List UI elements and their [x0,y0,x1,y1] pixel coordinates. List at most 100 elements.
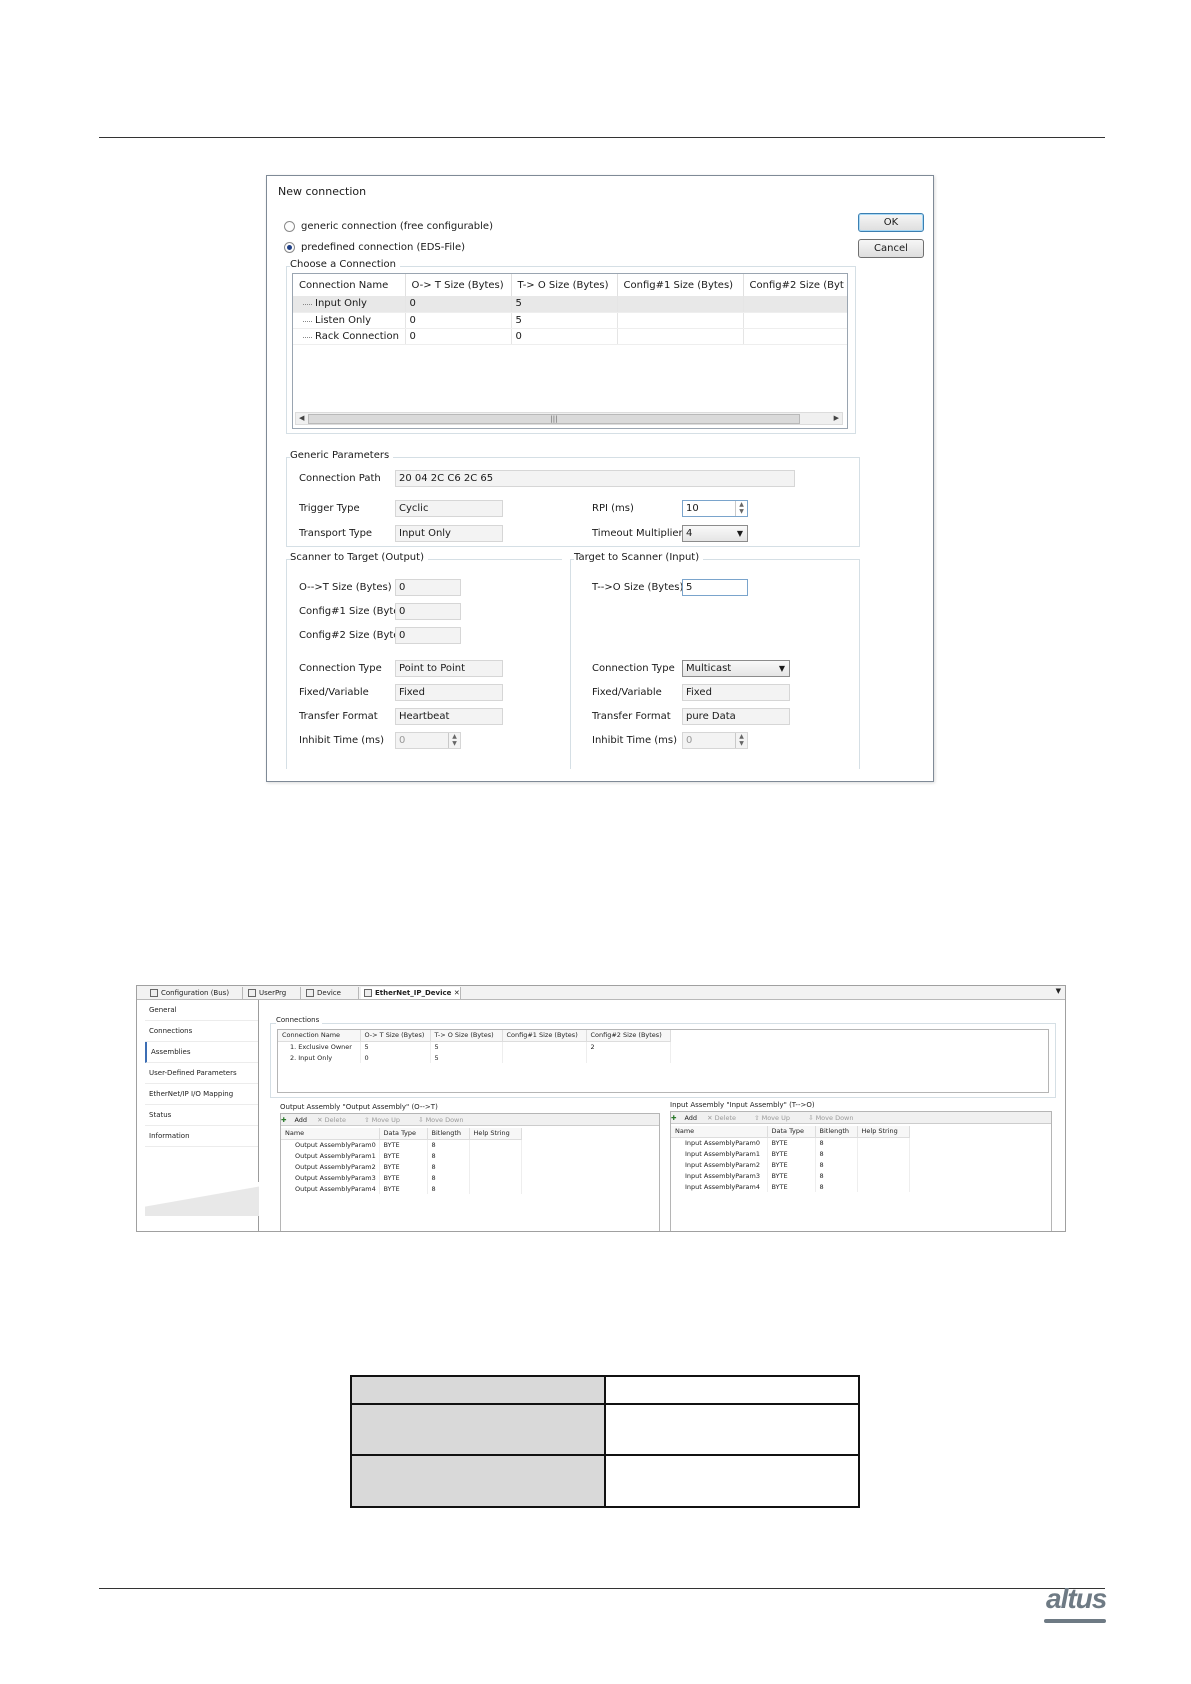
col-data-type[interactable]: Data Type [767,1126,816,1138]
ethernet-ip-device-editor: Configuration (Bus) UserPrg Device Ether… [136,985,1066,1232]
table-row[interactable]: Rack Connection 0 0 [293,328,847,345]
config1-field: 0 [395,603,461,620]
table-row[interactable]: Output AssemblyParam4 BYTE 8 [281,1183,522,1194]
connections-table[interactable]: Connection Name O-> T Size (Bytes) T-> O… [277,1029,1049,1093]
col-config2[interactable]: Config#2 Size (Bytes) [586,1030,671,1042]
sidebar-item-connections[interactable]: Connections [145,1021,258,1042]
table-row[interactable]: Listen Only 0 5 [293,312,847,329]
table-cell [350,1403,606,1456]
input-transfer-format-label: Transfer Format [592,711,671,722]
horizontal-scrollbar[interactable]: ◀ ||| ▶ [295,412,843,425]
table-row[interactable]: Input AssemblyParam3 BYTE 8 [671,1170,910,1181]
output-transfer-format-field: Heartbeat [395,708,503,725]
to-size-input[interactable]: 5 [682,579,748,596]
table-row[interactable]: Input AssemblyParam4 BYTE 8 [671,1181,910,1192]
table-row[interactable]: Input AssemblyParam1 BYTE 8 [671,1148,910,1159]
table-row [350,1375,860,1405]
rpi-label: RPI (ms) [592,503,634,514]
table-row [350,1403,860,1456]
scroll-right-icon[interactable]: ▶ [834,413,839,424]
table-row[interactable]: Output AssemblyParam1 BYTE 8 [281,1150,522,1161]
sidebar-item-io-mapping[interactable]: EtherNet/IP I/O Mapping [145,1084,258,1105]
col-data-type[interactable]: Data Type [379,1128,428,1140]
delete-button[interactable]: ✕ Delete [317,1116,354,1124]
col-bitlength[interactable]: Bitlength [815,1126,858,1138]
predefined-connection-radio[interactable]: predefined connection (EDS-File) [284,242,465,253]
generic-connection-radio[interactable]: generic connection (free configurable) [284,221,493,232]
choose-connection-label: Choose a Connection [290,259,400,270]
table-cell [350,1454,606,1508]
trigger-type-field: Cyclic [395,500,503,517]
col-bitlength[interactable]: Bitlength [427,1128,470,1140]
input-fixed-variable-field: Fixed [682,684,790,701]
col-name[interactable]: Name [671,1126,768,1138]
spin-arrows-icon: ▲ ▼ [735,733,747,748]
scroll-left-icon[interactable]: ◀ [299,413,304,424]
trigger-type-label: Trigger Type [299,503,360,514]
editor-tabs: Configuration (Bus) UserPrg Device Ether… [137,986,1065,1000]
tab-device[interactable]: Device [303,987,359,999]
add-icon: ✚ [671,1114,677,1122]
cancel-button[interactable]: Cancel [858,239,924,258]
tab-ethernet-ip-device[interactable]: EtherNet_IP_Device ✕ [361,987,461,999]
col-config2[interactable]: Config#2 Size (Byt [743,274,847,296]
scroll-thumb[interactable]: ||| [308,414,800,424]
output-connection-type-label: Connection Type [299,663,382,674]
move-down-button[interactable]: ⇩ Move Down [418,1116,471,1124]
input-connection-type-label: Connection Type [592,663,675,674]
col-ot-size[interactable]: O-> T Size (Bytes) [360,1030,431,1042]
input-assembly-table[interactable]: ✚ Add ✕ Delete ⇧ Move Up ⇩ Move Down Name… [670,1111,1052,1231]
transport-type-label: Transport Type [299,528,373,539]
add-icon: ✚ [281,1116,287,1124]
col-connection-name[interactable]: Connection Name [293,274,406,296]
tab-configuration-bus[interactable]: Configuration (Bus) [147,987,243,999]
move-up-button[interactable]: ⇧ Move Up [754,1114,798,1122]
transport-type-field: Input Only [395,525,503,542]
spin-arrows-icon: ▲ ▼ [448,733,460,748]
sidebar-item-assemblies[interactable]: Assemblies [145,1042,258,1063]
delete-button[interactable]: ✕ Delete [707,1114,744,1122]
input-transfer-format-field: pure Data [682,708,790,725]
sidebar-item-information[interactable]: Information [145,1126,258,1147]
col-name[interactable]: Name [281,1128,380,1140]
input-connection-type-select[interactable]: Multicast ▼ [682,660,790,677]
tab-userprg[interactable]: UserPrg [245,987,301,999]
ok-button[interactable]: OK [858,213,924,232]
table-row[interactable]: Input AssemblyParam2 BYTE 8 [671,1159,910,1170]
col-config1[interactable]: Config#1 Size (Bytes) [617,274,744,296]
col-to-size[interactable]: T-> O Size (Bytes) [511,274,618,296]
spin-arrows-icon[interactable]: ▲ ▼ [735,501,747,516]
table-row[interactable]: Input Only 0 5 [293,296,847,313]
add-button[interactable]: Add [684,1114,697,1122]
program-icon [248,989,256,997]
add-button[interactable]: Add [294,1116,307,1124]
col-help-string[interactable]: Help String [469,1128,522,1140]
table-row[interactable]: Output AssemblyParam3 BYTE 8 [281,1172,522,1183]
table-row[interactable]: Output AssemblyParam0 BYTE 8 [281,1139,522,1150]
footer-rule [99,1588,1105,1589]
col-to-size[interactable]: T-> O Size (Bytes) [430,1030,503,1042]
connection-grid[interactable]: Connection Name O-> T Size (Bytes) T-> O… [292,273,848,429]
col-connection-name[interactable]: Connection Name [278,1030,361,1042]
sidebar-item-user-defined-parameters[interactable]: User-Defined Parameters [145,1063,258,1084]
table-row[interactable]: 1. Exclusive Owner 5 5 2 [278,1041,671,1052]
timeout-multiplier-select[interactable]: 4 ▼ [682,525,748,542]
table-row[interactable]: 2. Input Only 0 5 [278,1052,671,1063]
col-help-string[interactable]: Help String [857,1126,910,1138]
col-ot-size[interactable]: O-> T Size (Bytes) [405,274,512,296]
tab-list-chevron-icon[interactable]: ▼ [1056,987,1061,995]
rpi-stepper[interactable]: 10 ▲ ▼ [682,500,748,517]
ot-size-label: O-->T Size (Bytes) [299,582,392,593]
close-icon[interactable]: ✕ [454,989,460,997]
input-section-title: Target to Scanner (Input) [574,552,704,563]
sidebar-item-general[interactable]: General [145,1000,258,1021]
input-fixed-variable-label: Fixed/Variable [592,687,662,698]
move-up-button[interactable]: ⇧ Move Up [364,1116,408,1124]
sidebar-item-status[interactable]: Status [145,1105,258,1126]
output-assembly-table[interactable]: ✚ Add ✕ Delete ⇧ Move Up ⇩ Move Down Name… [280,1113,660,1231]
move-down-button[interactable]: ⇩ Move Down [808,1114,861,1122]
table-row[interactable]: Output AssemblyParam2 BYTE 8 [281,1161,522,1172]
table-row[interactable]: Input AssemblyParam0 BYTE 8 [671,1137,910,1148]
table-cell [604,1454,860,1508]
col-config1[interactable]: Config#1 Size (Bytes) [502,1030,587,1042]
